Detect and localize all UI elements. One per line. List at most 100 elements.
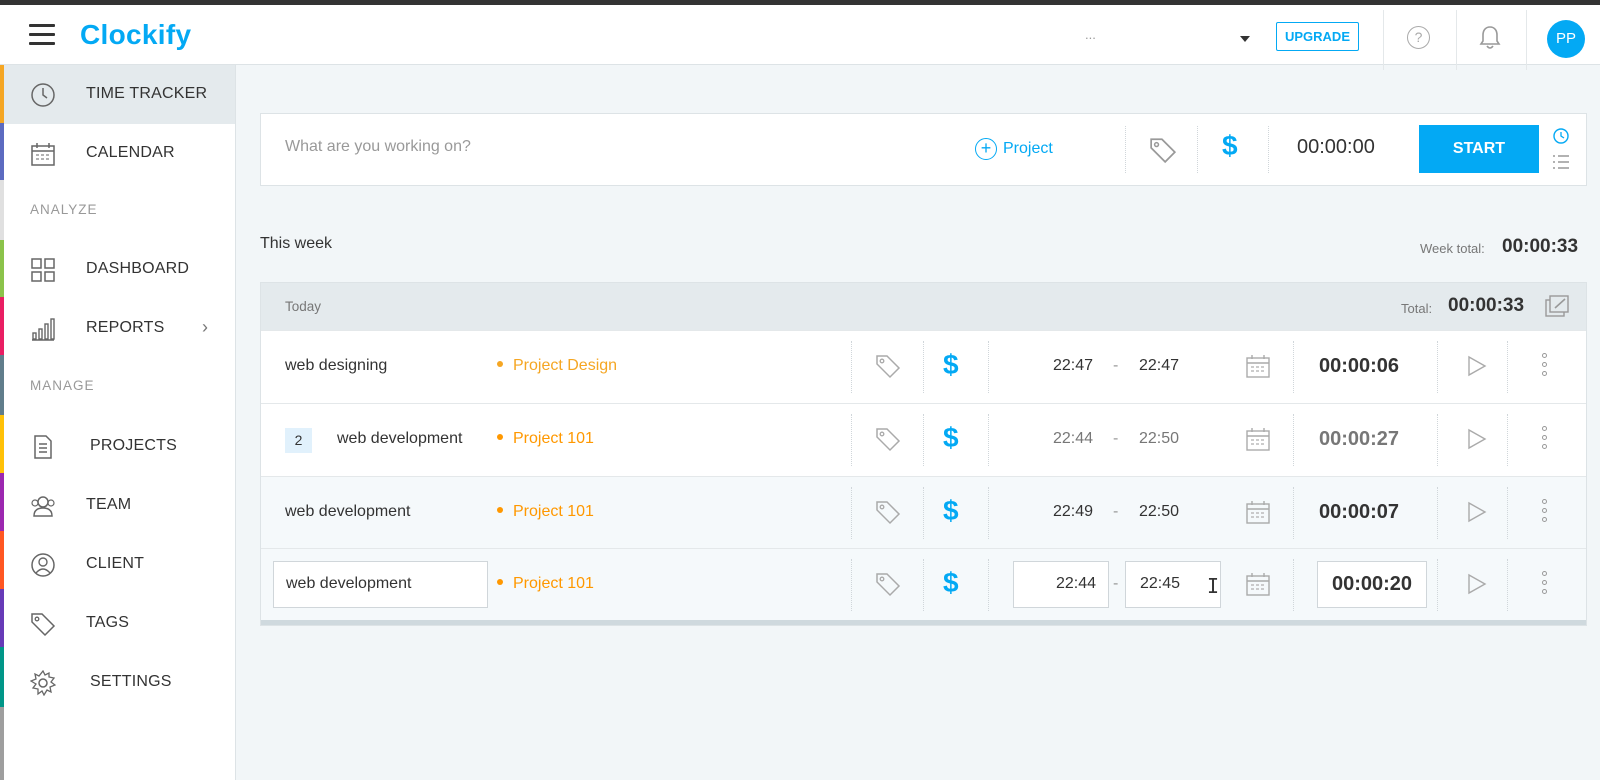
more-options-icon[interactable] (1542, 499, 1548, 526)
entry-project[interactable]: Project 101 (497, 575, 594, 593)
divider (851, 341, 852, 393)
sidebar-item-label: REPORTS (86, 319, 165, 336)
calendar-icon[interactable] (1245, 500, 1271, 524)
sidebar-item-tags[interactable]: TAGS (4, 594, 235, 653)
time-tracker-bar: + Project $ 00:00:00 START (260, 113, 1587, 186)
dashboard-grid-icon (31, 258, 55, 282)
project-color-dot (497, 578, 503, 585)
tag-icon (31, 613, 56, 637)
tag-icon[interactable] (875, 426, 901, 452)
divider (1507, 414, 1508, 466)
billable-dollar-icon[interactable]: $ (943, 567, 959, 599)
entry-description[interactable]: web development (285, 503, 410, 521)
billable-dollar-icon[interactable]: $ (943, 422, 959, 454)
day-total-label: Total: (1401, 301, 1433, 316)
entry-end-time[interactable]: 22:50 (1139, 430, 1179, 448)
time-separator: - (1113, 430, 1119, 447)
entry-end-time[interactable]: 22:47 (1139, 357, 1179, 375)
sidebar-item-time-tracker[interactable]: TIME TRACKER (4, 65, 235, 124)
document-icon (34, 435, 52, 459)
divider (1293, 341, 1294, 393)
avatar[interactable]: PP (1547, 20, 1585, 58)
divider (988, 487, 989, 539)
play-icon[interactable] (1467, 355, 1487, 377)
calendar-icon[interactable] (1245, 572, 1271, 596)
divider (988, 341, 989, 393)
sidebar-item-client[interactable]: CLIENT (4, 535, 235, 594)
time-entry-row[interactable]: web development Project 101 $ 22:49 - 22… (261, 476, 1586, 548)
time-entry-row-editing[interactable]: web development Project 101 $ 22:44 - 22… (261, 548, 1586, 620)
calendar-icon[interactable] (1245, 427, 1271, 451)
entry-end-time[interactable]: 22:50 (1139, 503, 1179, 521)
day-group: Today Total: 00:00:33 web designing Proj… (260, 282, 1587, 626)
play-icon[interactable] (1467, 501, 1487, 523)
entry-duration[interactable]: 00:00:07 (1307, 501, 1411, 524)
entry-count-badge[interactable]: 2 (285, 428, 312, 453)
header-divider (1456, 10, 1457, 70)
sidebar-item-label: SETTINGS (90, 673, 172, 690)
bulk-edit-icon[interactable] (1545, 295, 1571, 317)
entry-duration[interactable]: 00:00:27 (1307, 428, 1411, 451)
timer-display[interactable]: 00:00:00 (1297, 136, 1375, 159)
entry-duration[interactable]: 00:00:06 (1307, 355, 1411, 378)
sidebar-item-calendar[interactable]: CALENDAR (4, 124, 235, 183)
entry-description-field[interactable]: web development (273, 561, 488, 608)
sidebar-item-team[interactable]: TEAM (4, 476, 235, 535)
billable-dollar-icon[interactable]: $ (1222, 130, 1238, 162)
sidebar-item-dashboard[interactable]: DASHBOARD (4, 240, 235, 299)
time-entry-row[interactable]: web designing Project Design $ 22:47 - 2… (261, 330, 1586, 402)
more-options-icon[interactable] (1542, 426, 1548, 453)
play-icon[interactable] (1467, 573, 1487, 595)
entry-project[interactable]: Project 101 (497, 430, 594, 448)
tag-icon[interactable] (1149, 136, 1177, 164)
chevron-right-icon[interactable]: › (202, 317, 208, 338)
entry-start-time[interactable]: 22:47 (1039, 357, 1093, 375)
sidebar-item-label: TEAM (86, 496, 132, 513)
divider (1293, 414, 1294, 466)
divider (1507, 559, 1508, 611)
description-input[interactable] (285, 138, 885, 156)
entry-project[interactable]: Project 101 (497, 503, 594, 521)
sidebar-item-reports[interactable]: REPORTS › (4, 299, 235, 358)
entry-description[interactable]: web designing (285, 357, 387, 375)
billable-dollar-icon[interactable]: $ (943, 495, 959, 527)
divider (1507, 487, 1508, 539)
more-options-icon[interactable] (1542, 353, 1548, 380)
divider (988, 414, 989, 466)
entry-description[interactable]: web development (337, 430, 462, 448)
entry-start-time[interactable]: 22:49 (1039, 503, 1093, 521)
sidebar-item-projects[interactable]: PROJECTS (4, 417, 235, 476)
start-button[interactable]: START (1419, 125, 1539, 173)
client-icon (31, 553, 55, 577)
help-icon[interactable]: ? (1407, 26, 1430, 49)
clockify-logo[interactable]: Clockify (80, 19, 191, 51)
divider (923, 487, 924, 539)
tag-icon[interactable] (875, 353, 901, 379)
sidebar-item-settings[interactable]: SETTINGS (4, 653, 235, 712)
mode-toggle-icon[interactable] (1551, 126, 1571, 174)
upgrade-button[interactable]: UPGRADE (1276, 22, 1359, 51)
divider (1197, 126, 1198, 173)
entry-duration-field[interactable]: 00:00:20 (1317, 561, 1427, 608)
time-entry-row[interactable]: 2 web development Project 101 $ 22:44 - … (261, 403, 1586, 475)
bar-chart-icon (32, 318, 55, 341)
entry-start-time[interactable]: 22:44 (1039, 430, 1093, 448)
play-icon[interactable] (1467, 428, 1487, 450)
divider (1507, 341, 1508, 393)
bell-icon[interactable] (1479, 25, 1501, 51)
project-picker[interactable]: + Project (975, 138, 1053, 160)
project-color-dot (497, 433, 503, 440)
more-options-icon[interactable] (1542, 571, 1548, 598)
entry-project[interactable]: Project Design (497, 357, 617, 375)
divider (1437, 414, 1438, 466)
tag-icon[interactable] (875, 499, 901, 525)
gear-icon (30, 670, 56, 696)
billable-dollar-icon[interactable]: $ (943, 349, 959, 381)
entry-start-time-field[interactable]: 22:44 (1013, 561, 1109, 608)
tag-icon[interactable] (875, 571, 901, 597)
hamburger-menu-icon[interactable] (29, 24, 55, 46)
caret-down-icon[interactable] (1240, 36, 1250, 42)
week-total-label: Week total: (1420, 241, 1485, 256)
calendar-icon[interactable] (1245, 354, 1271, 378)
workspace-selector[interactable]: ... (1085, 27, 1096, 42)
